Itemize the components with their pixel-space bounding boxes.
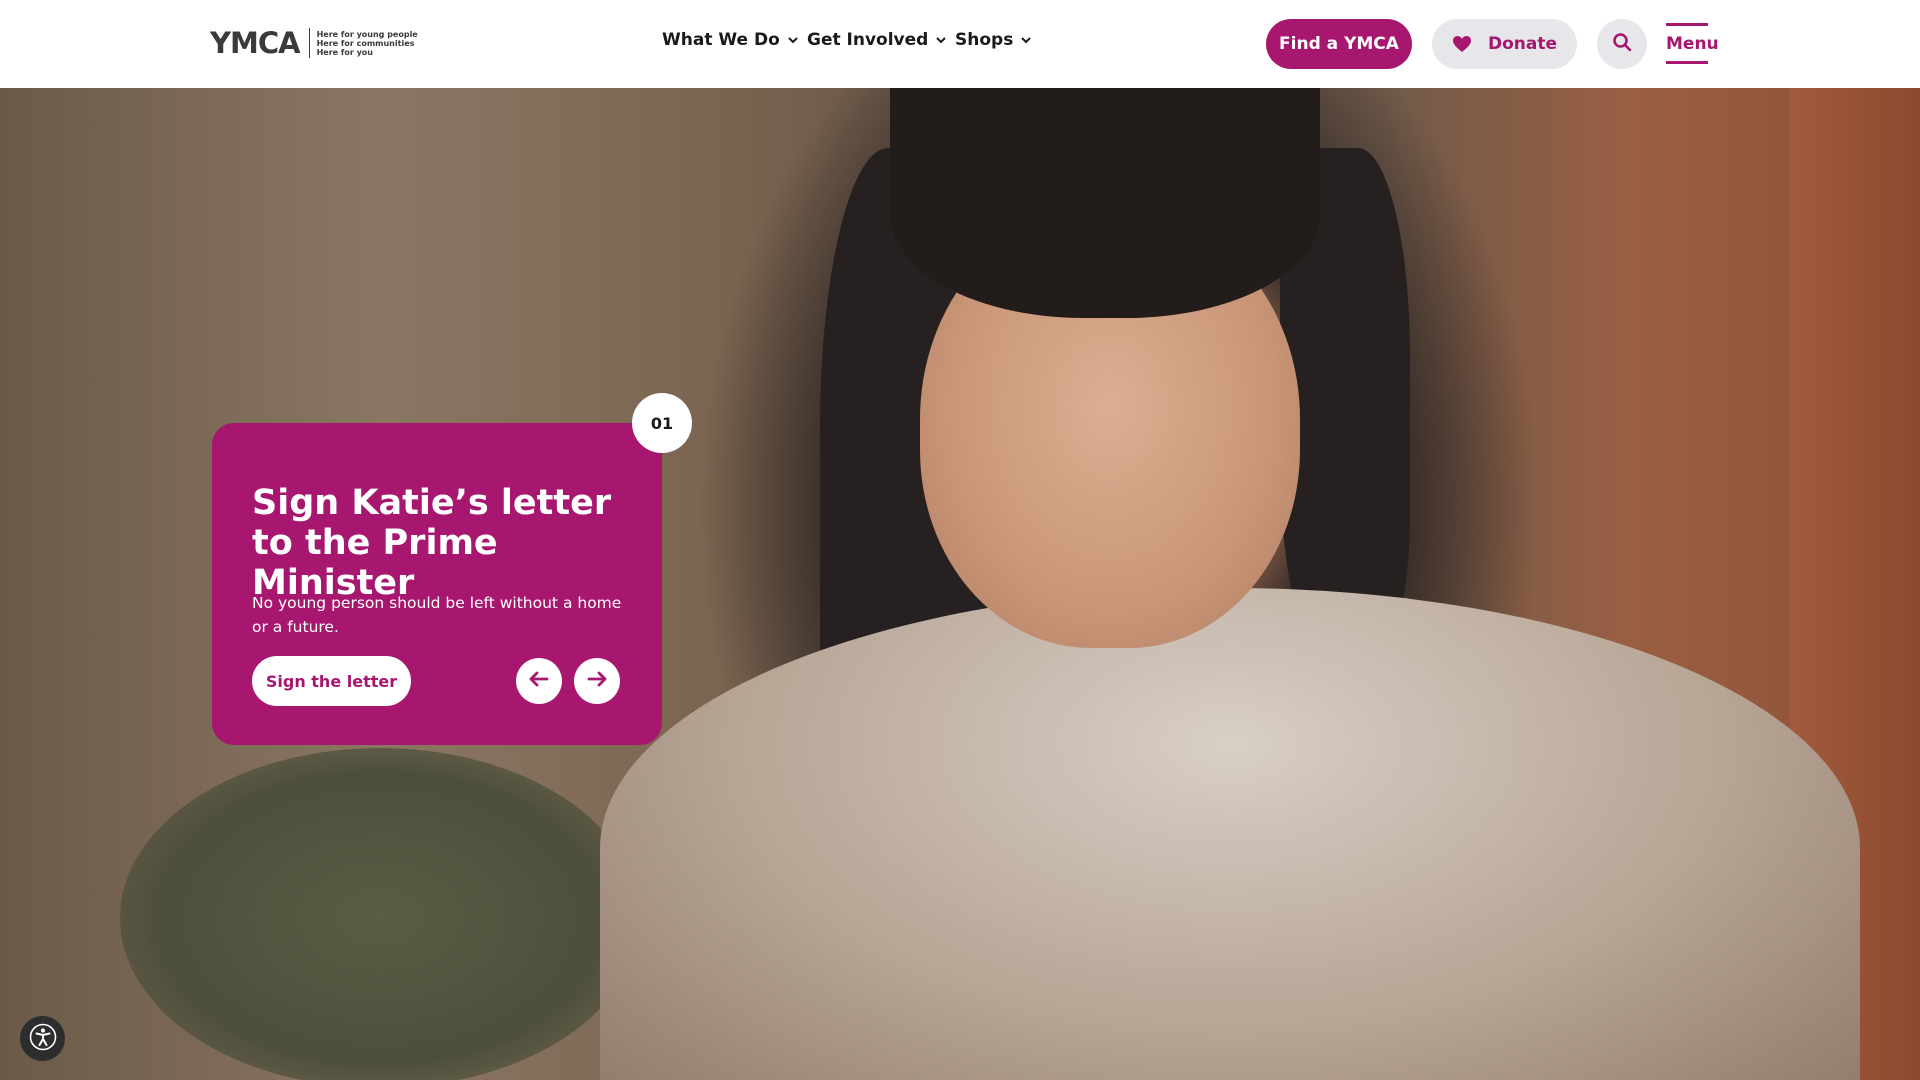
logo-tagline-line: Here for young people <box>316 29 418 39</box>
nav-item-label: Shops <box>955 30 1014 50</box>
heart-icon <box>1452 35 1472 53</box>
logo-mark: YMCA <box>210 26 301 60</box>
previous-slide-button[interactable] <box>516 658 562 704</box>
logo-divider <box>308 28 310 58</box>
nav-item-what-we-do[interactable]: What We Do <box>662 30 798 50</box>
hero-description: No young person should be left without a… <box>252 594 622 636</box>
sign-the-letter-button[interactable]: Sign the letter <box>252 656 411 706</box>
search-button[interactable] <box>1597 19 1647 69</box>
chevron-down-icon <box>936 34 947 47</box>
arrow-right-icon <box>587 671 607 691</box>
donate-label: Donate <box>1487 34 1558 54</box>
site-header: YMCA Here for young people Here for comm… <box>0 0 1920 88</box>
hero-subject-coat <box>600 588 1860 1080</box>
logo-tagline-line: Here for communities <box>316 38 415 48</box>
chevron-down-icon <box>788 34 798 47</box>
nav-item-label: What We Do <box>662 30 780 50</box>
accessibility-button[interactable] <box>20 1016 65 1061</box>
nav-item-shops[interactable]: Shops <box>955 30 1032 50</box>
hero-subject-bangs <box>890 88 1320 318</box>
menu-bar <box>1666 61 1708 64</box>
hero-background-foliage <box>120 748 640 1080</box>
donate-button[interactable]: Donate <box>1432 19 1577 69</box>
search-icon <box>1612 32 1632 56</box>
menu-button[interactable]: Menu <box>1666 23 1719 65</box>
hero-title: Sign Katie’s letter to the Prime Ministe… <box>252 483 612 603</box>
accessibility-icon <box>29 1023 57 1055</box>
hero-card: Sign Katie’s letter to the Prime Ministe… <box>212 423 662 745</box>
next-slide-button[interactable] <box>574 658 620 704</box>
nav-item-get-involved[interactable]: Get Involved <box>807 30 947 50</box>
logo-tagline-line: Here for you <box>316 47 373 57</box>
menu-bar <box>1666 23 1708 26</box>
chevron-down-icon <box>1021 34 1032 47</box>
ymca-logo[interactable]: YMCA Here for young people Here for comm… <box>210 28 418 58</box>
slide-number-badge: 01 <box>632 393 692 453</box>
logo-tagline: Here for young people Here for communiti… <box>317 30 418 57</box>
nav-item-label: Get Involved <box>807 30 929 50</box>
arrow-left-icon <box>529 671 549 691</box>
menu-label: Menu <box>1666 34 1719 54</box>
find-a-ymca-button[interactable]: Find a YMCA <box>1266 19 1412 69</box>
